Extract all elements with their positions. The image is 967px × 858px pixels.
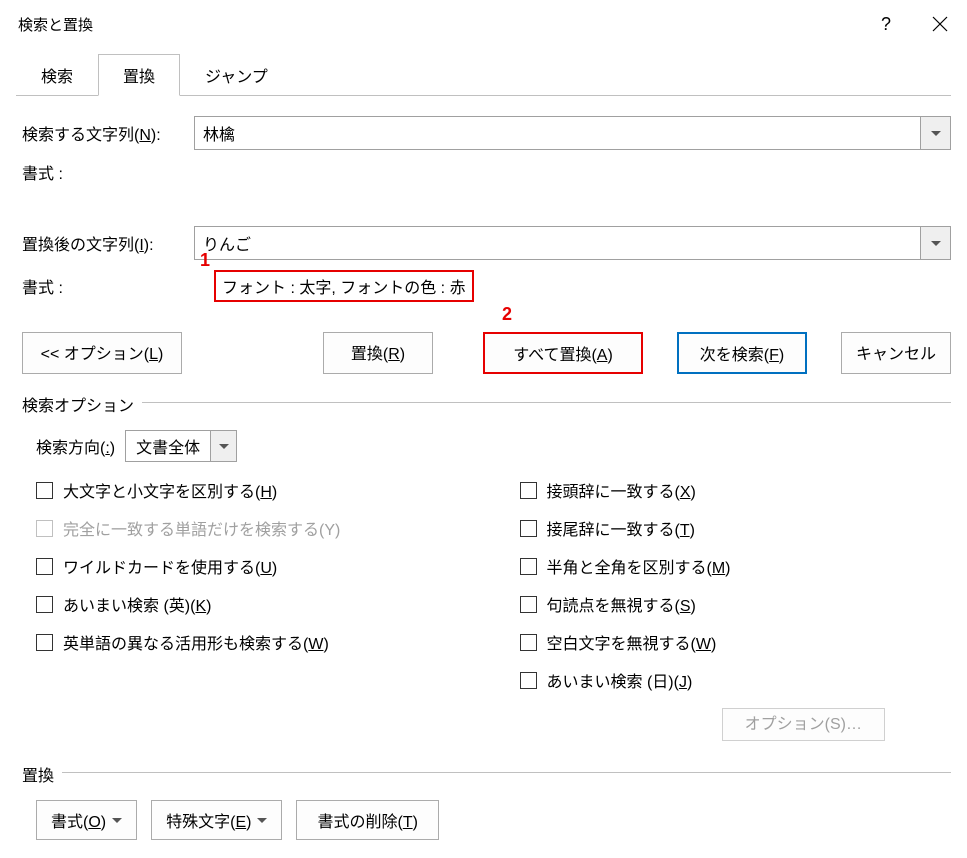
- find-format-label: 書式 :: [22, 160, 194, 184]
- checkbox-icon: [520, 520, 537, 537]
- tab-bar: 検索 置換 ジャンプ: [0, 54, 967, 96]
- tab-find[interactable]: 検索: [16, 54, 98, 96]
- checkbox-icon: [36, 520, 53, 537]
- tab-replace[interactable]: 置換: [98, 54, 180, 96]
- annotation-2: 2: [502, 304, 512, 325]
- find-input-wrapper: 林檎: [194, 116, 951, 150]
- action-button-row: 2 << オプション(L) 置換(R) すべて置換(A) 次を検索(F) キャン…: [22, 332, 951, 374]
- search-direction-row: 検索方向(:) 文書全体: [36, 430, 943, 462]
- find-label: 検索する文字列(N):: [22, 121, 194, 145]
- whitespace-checkbox[interactable]: 空白文字を無視する(W): [520, 630, 944, 654]
- dialog-content: 検索する文字列(N): 林檎 書式 : 置換後の文字列(I): りんご: [0, 96, 967, 858]
- checkbox-icon: [36, 634, 53, 651]
- chevron-down-icon: [219, 444, 229, 449]
- dialog-title: 検索と置換: [18, 14, 93, 35]
- chevron-down-icon: [112, 818, 122, 823]
- format-button[interactable]: 書式(O): [36, 800, 137, 840]
- replace-button[interactable]: 置換(R): [323, 332, 433, 374]
- suffix-checkbox[interactable]: 接尾辞に一致する(T): [520, 516, 944, 540]
- replace-legend: 置換: [22, 762, 62, 786]
- find-replace-dialog: 検索と置換 ? 検索 置換 ジャンプ 検索する文字列(N): 林檎: [0, 0, 967, 824]
- search-direction-value: 文書全体: [126, 431, 210, 461]
- wildcards-checkbox[interactable]: ワイルドカードを使用する(U): [36, 554, 460, 578]
- sounds-like-jp-checkbox[interactable]: あいまい検索 (日)(J): [520, 668, 944, 692]
- punctuation-checkbox[interactable]: 句読点を無視する(S): [520, 592, 944, 616]
- checkbox-icon: [520, 596, 537, 613]
- sounds-like-en-checkbox[interactable]: あいまい検索 (英)(K): [36, 592, 460, 616]
- whole-words-checkbox: 完全に一致する単語だけを検索する(Y): [36, 516, 460, 540]
- search-direction-label: 検索方向(:): [36, 434, 115, 458]
- checkbox-icon: [36, 596, 53, 613]
- less-options-button[interactable]: << オプション(L): [22, 332, 182, 374]
- search-direction-select[interactable]: 文書全体: [125, 430, 237, 462]
- close-icon: [932, 16, 948, 32]
- annotation-1: 1: [200, 250, 210, 271]
- checkbox-icon: [36, 558, 53, 575]
- replace-dropdown-button[interactable]: [920, 227, 950, 259]
- replace-format-label: 書式 :: [22, 274, 194, 298]
- match-case-checkbox[interactable]: 大文字と小文字を区別する(H): [36, 478, 460, 502]
- jp-options-button: オプション(S)…: [722, 708, 885, 741]
- width-checkbox[interactable]: 半角と全角を区別する(M): [520, 554, 944, 578]
- chevron-down-icon: [257, 818, 267, 823]
- special-button[interactable]: 特殊文字(E): [151, 800, 282, 840]
- find-input[interactable]: 林檎: [195, 117, 920, 149]
- replace-format-value: フォント : 太字, フォントの色 : 赤: [214, 270, 474, 302]
- replace-label: 置換後の文字列(I):: [22, 231, 194, 255]
- checkbox-col-right: 接頭辞に一致する(X) 接尾辞に一致する(T) 半角と全角を区別する(M): [460, 478, 944, 706]
- replace-field-row: 置換後の文字列(I): りんご: [22, 226, 951, 260]
- checkbox-icon: [520, 558, 537, 575]
- find-next-button[interactable]: 次を検索(F): [677, 332, 807, 374]
- find-dropdown-button[interactable]: [920, 117, 950, 149]
- prefix-checkbox[interactable]: 接頭辞に一致する(X): [520, 478, 944, 502]
- close-button[interactable]: [913, 0, 967, 48]
- search-options-fieldset: 検索オプション 検索方向(:) 文書全体 大文字と小文字: [22, 392, 951, 738]
- replace-format-row: 1 書式 : フォント : 太字, フォントの色 : 赤: [22, 270, 951, 302]
- options-btn-row: オプション(S)…: [36, 710, 943, 734]
- no-formatting-button[interactable]: 書式の削除(T): [296, 800, 438, 840]
- checkbox-icon: [520, 672, 537, 689]
- checkbox-icon: [520, 634, 537, 651]
- checkbox-icon: [36, 482, 53, 499]
- find-format-row: 書式 :: [22, 160, 951, 184]
- replace-input[interactable]: りんご: [195, 227, 920, 259]
- titlebar: 検索と置換 ?: [0, 0, 967, 48]
- find-format-value: [194, 170, 206, 174]
- tab-jump[interactable]: ジャンプ: [180, 54, 293, 96]
- cancel-button[interactable]: キャンセル: [841, 332, 951, 374]
- replace-all-button[interactable]: すべて置換(A): [483, 332, 643, 374]
- checkbox-col-left: 大文字と小文字を区別する(H) 完全に一致する単語だけを検索する(Y) ワイルド…: [36, 478, 460, 706]
- search-options-legend: 検索オプション: [22, 392, 142, 416]
- chevron-down-icon: [931, 131, 941, 136]
- chevron-down-icon: [931, 241, 941, 246]
- replace-fieldset: 置換 書式(O) 特殊文字(E) 書式の削除(T): [22, 762, 951, 848]
- checkbox-columns: 大文字と小文字を区別する(H) 完全に一致する単語だけを検索する(Y) ワイルド…: [36, 478, 943, 706]
- find-field-row: 検索する文字列(N): 林檎: [22, 116, 951, 150]
- checkbox-icon: [520, 482, 537, 499]
- word-forms-checkbox[interactable]: 英単語の異なる活用形も検索する(W): [36, 630, 460, 654]
- help-button[interactable]: ?: [859, 0, 913, 48]
- replace-input-wrapper: りんご: [194, 226, 951, 260]
